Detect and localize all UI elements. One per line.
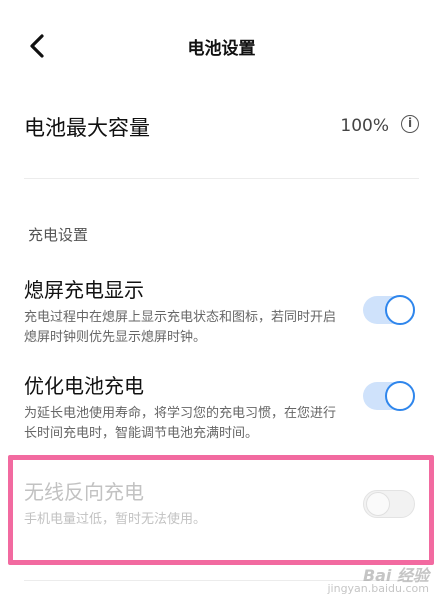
page-title: 电池设置	[187, 39, 256, 59]
setting-description: 为延长电池使用寿命，将学习您的充电习惯，在您进行长时间充电时，智能调节电池充满时…	[24, 406, 337, 441]
setting-aod-charging[interactable]: 熄屏充电显示 充电过程中在熄屏上显示充电状态和图标，若同时开启熄屏时钟则优先显示…	[24, 276, 419, 348]
header-bar: 电池设置	[0, 0, 443, 92]
watermark-url: jingyan.baidu.com	[327, 582, 429, 595]
optimized-charging-toggle[interactable]	[363, 381, 415, 411]
watermark: Bai 经验 jingyan.baidu.com	[327, 566, 429, 596]
setting-reverse-wireless-charging: 无线反向充电 手机电量过低，暂时无法使用。	[24, 478, 419, 530]
setting-description: 充电过程中在熄屏上显示充电状态和图标，若同时开启熄屏时钟则优先显示熄屏时钟。	[24, 310, 337, 345]
divider	[24, 178, 419, 179]
watermark-logo: Bai 经验	[362, 566, 429, 585]
setting-title: 优化电池充电	[24, 374, 144, 398]
setting-title: 无线反向充电	[24, 480, 144, 504]
battery-capacity-row[interactable]: 电池最大容量 100% i	[24, 104, 419, 148]
toggle-knob	[366, 492, 390, 516]
section-title-charging: 充电设置	[28, 226, 89, 244]
info-icon[interactable]: i	[401, 115, 419, 133]
setting-title: 熄屏充电显示	[24, 278, 144, 302]
setting-optimized-charging[interactable]: 优化电池充电 为延长电池使用寿命，将学习您的充电习惯，在您进行长时间充电时，智能…	[24, 372, 419, 444]
toggle-knob	[385, 381, 415, 411]
reverse-charging-toggle	[363, 490, 415, 518]
setting-description: 手机电量过低，暂时无法使用。	[24, 512, 207, 527]
aod-charging-toggle[interactable]	[363, 295, 415, 325]
capacity-label: 电池最大容量	[24, 116, 150, 140]
toggle-knob	[385, 295, 415, 325]
capacity-value: 100%	[340, 116, 389, 136]
